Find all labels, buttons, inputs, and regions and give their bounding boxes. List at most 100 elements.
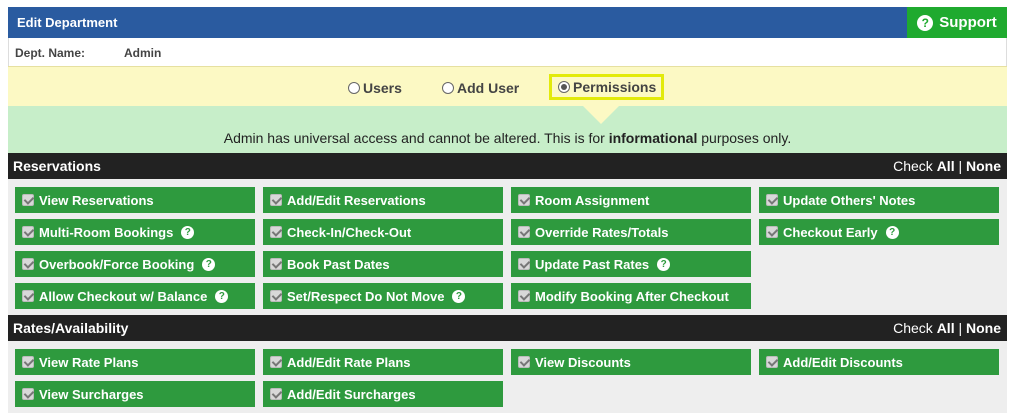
permission-item[interactable]: Room Assignment <box>511 187 751 213</box>
permission-item[interactable]: Check-In/Check-Out <box>263 219 503 245</box>
info-suffix: purposes only. <box>697 130 792 146</box>
permission-label: Modify Booking After Checkout <box>535 288 729 304</box>
permission-checkbox[interactable] <box>766 194 778 206</box>
permission-label: Check-In/Check-Out <box>287 224 412 240</box>
permission-checkbox[interactable] <box>518 258 530 270</box>
permission-item[interactable]: View Discounts <box>511 349 751 375</box>
permission-label: View Discounts <box>535 354 631 370</box>
help-icon: ? <box>917 14 934 31</box>
permission-checkbox[interactable] <box>270 258 282 270</box>
check-controls: Check All | None <box>893 158 1001 174</box>
support-button[interactable]: ? Support <box>907 7 1007 38</box>
info-message: Admin has universal access and cannot be… <box>8 130 1007 146</box>
check-prefix: Check <box>893 158 937 174</box>
permission-label: Update Past Rates <box>535 256 650 272</box>
permission-item[interactable]: View Reservations <box>15 187 255 213</box>
permission-checkbox[interactable] <box>22 194 34 206</box>
permission-checkbox[interactable] <box>518 356 530 368</box>
info-banner: Admin has universal access and cannot be… <box>8 106 1007 153</box>
users-radio[interactable] <box>348 82 360 94</box>
help-icon[interactable]: ? <box>452 289 466 303</box>
permission-label: Add/Edit Surcharges <box>287 386 416 402</box>
section-title: Rates/Availability <box>13 320 129 336</box>
info-prefix: Admin has universal access and cannot be… <box>223 130 609 146</box>
permission-checkbox[interactable] <box>518 226 530 238</box>
permission-checkbox[interactable] <box>766 226 778 238</box>
check-prefix: Check <box>893 320 937 336</box>
support-label: Support <box>939 14 997 31</box>
permission-grid-reservations: View Reservations Add/Edit Reservations Ro… <box>8 179 1007 315</box>
permission-item[interactable]: View Surcharges <box>15 381 255 407</box>
permission-checkbox[interactable] <box>270 388 282 400</box>
help-icon[interactable]: ? <box>885 225 899 239</box>
permission-item[interactable]: Multi-Room Bookings? <box>15 219 255 245</box>
tab-add-user-label: Add User <box>457 80 520 96</box>
permission-item[interactable]: Update Others' Notes <box>759 187 999 213</box>
permission-label: Allow Checkout w/ Balance <box>39 288 208 304</box>
check-separator: | <box>954 158 966 174</box>
permission-checkbox[interactable] <box>518 194 530 206</box>
check-all-link[interactable]: All <box>937 320 955 336</box>
permission-label: Update Others' Notes <box>783 192 916 208</box>
permission-label: Overbook/Force Booking <box>39 256 195 272</box>
tab-bar: Users Add User Permissions <box>8 66 1007 106</box>
help-icon[interactable]: ? <box>181 225 195 239</box>
permission-item[interactable]: Checkout Early? <box>759 219 999 245</box>
permission-item[interactable]: Allow Checkout w/ Balance? <box>15 283 255 309</box>
permissions-radio[interactable] <box>558 81 570 93</box>
help-icon[interactable]: ? <box>202 257 216 271</box>
tab-add-user[interactable]: Add User <box>442 80 519 96</box>
permission-item[interactable]: Overbook/Force Booking? <box>15 251 255 277</box>
check-controls: Check All | None <box>893 320 1001 336</box>
section-header-reservations: Reservations Check All | None <box>8 153 1007 179</box>
tab-pointer <box>583 106 619 124</box>
permission-checkbox[interactable] <box>22 258 34 270</box>
permission-item[interactable]: Set/Respect Do Not Move? <box>263 283 503 309</box>
dept-name-value: Admin <box>124 46 162 60</box>
permission-item[interactable]: Book Past Dates <box>263 251 503 277</box>
help-icon[interactable]: ? <box>215 289 229 303</box>
permission-grid-rates: View Rate Plans Add/Edit Rate Plans View D… <box>8 341 1007 413</box>
permission-label: Multi-Room Bookings <box>39 224 174 240</box>
help-icon[interactable]: ? <box>657 257 671 271</box>
tab-users-label: Users <box>363 80 402 96</box>
permission-label: View Reservations <box>39 192 154 208</box>
permission-item[interactable]: Override Rates/Totals <box>511 219 751 245</box>
permission-label: Add/Edit Discounts <box>783 354 903 370</box>
permission-checkbox[interactable] <box>22 388 34 400</box>
edit-department-panel: Edit Department ? Support Dept. Name: Ad… <box>8 7 1007 413</box>
panel-header: Edit Department ? Support <box>8 7 1007 38</box>
permission-item[interactable]: Modify Booking After Checkout <box>511 283 751 309</box>
permission-item[interactable]: Add/Edit Rate Plans <box>263 349 503 375</box>
permission-checkbox[interactable] <box>270 356 282 368</box>
tab-permissions-label: Permissions <box>573 79 657 95</box>
dept-name-label: Dept. Name: <box>15 46 86 60</box>
check-separator: | <box>954 320 966 336</box>
check-none-link[interactable]: None <box>966 320 1001 336</box>
permission-item[interactable]: Add/Edit Discounts <box>759 349 999 375</box>
permission-item[interactable]: View Rate Plans <box>15 349 255 375</box>
permission-checkbox[interactable] <box>22 356 34 368</box>
section-title: Reservations <box>13 158 101 174</box>
permission-checkbox[interactable] <box>270 194 282 206</box>
panel-title: Edit Department <box>17 15 118 30</box>
add-user-radio[interactable] <box>442 82 454 94</box>
check-all-link[interactable]: All <box>937 158 955 174</box>
permission-item[interactable]: Add/Edit Reservations <box>263 187 503 213</box>
permission-checkbox[interactable] <box>766 356 778 368</box>
permission-item[interactable]: Add/Edit Surcharges <box>263 381 503 407</box>
permission-label: Override Rates/Totals <box>535 224 669 240</box>
tab-users[interactable]: Users <box>348 80 402 96</box>
permission-checkbox[interactable] <box>270 226 282 238</box>
permission-label: Book Past Dates <box>287 256 390 272</box>
permission-checkbox[interactable] <box>22 226 34 238</box>
permission-item[interactable]: Update Past Rates? <box>511 251 751 277</box>
permission-checkbox[interactable] <box>270 290 282 302</box>
permission-label: View Surcharges <box>39 386 144 402</box>
permission-checkbox[interactable] <box>518 290 530 302</box>
dept-name-row: Dept. Name: Admin <box>8 38 1007 66</box>
tab-permissions[interactable]: Permissions <box>549 74 665 100</box>
check-none-link[interactable]: None <box>966 158 1001 174</box>
permission-checkbox[interactable] <box>22 290 34 302</box>
permission-label: Set/Respect Do Not Move <box>287 288 445 304</box>
